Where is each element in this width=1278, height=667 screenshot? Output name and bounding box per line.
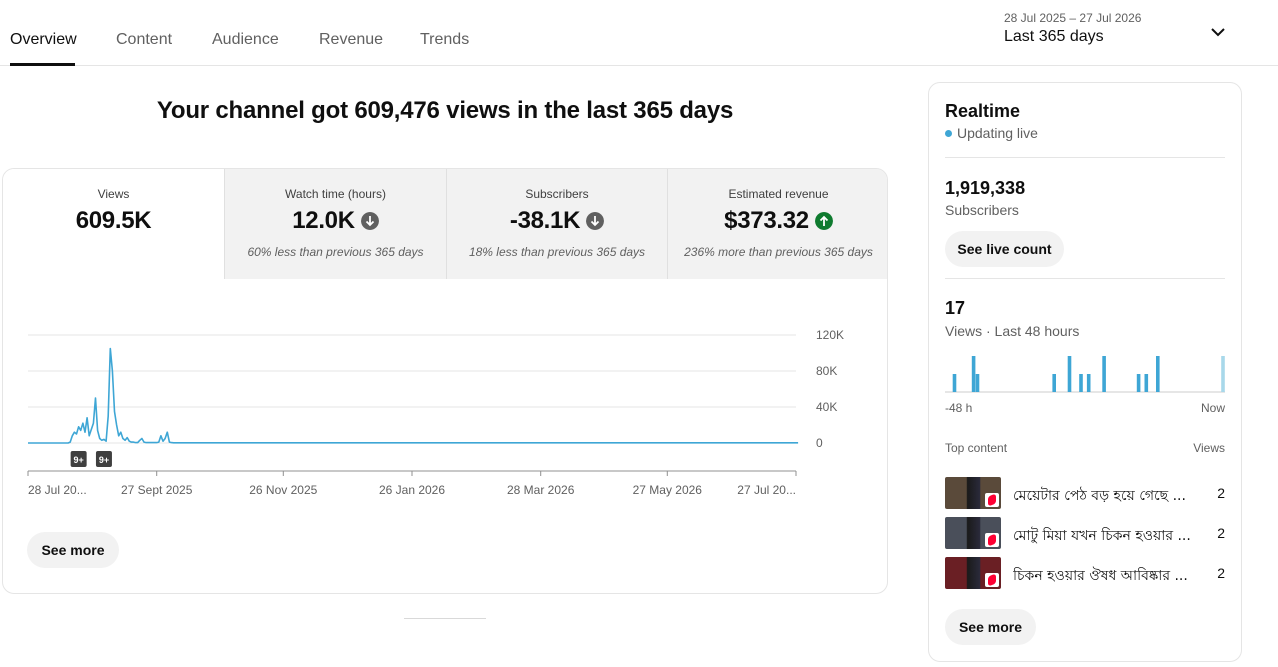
y-tick-label: 0 — [816, 436, 823, 450]
realtime-views-count: 17 — [945, 298, 966, 318]
metric-label: Subscribers — [525, 187, 589, 201]
x-tick-label: 27 Jul 20... — [737, 483, 796, 497]
metric-label: Estimated revenue — [728, 187, 829, 201]
scroll-indicator — [404, 618, 486, 619]
realtime-bar — [1221, 356, 1225, 392]
video-views: 2 — [1217, 565, 1225, 581]
annotation-badge-label: 9+ — [74, 455, 84, 465]
x-tick-label: 28 Jul 20... — [28, 483, 87, 497]
top-content-row[interactable]: চিকন হওয়ার ঔষধ আবিষ্কার ... 2 — [945, 557, 1225, 589]
metric-views[interactable]: Views 609.5K — [3, 169, 224, 279]
arrow-up-circle-icon — [814, 212, 833, 230]
see-live-count-button[interactable]: See live count — [945, 231, 1064, 267]
metric-note: 236% more than previous 365 days — [684, 245, 873, 259]
top-content-row[interactable]: মোটু মিয়া যখন চিকন হওয়ার ... 2 — [945, 517, 1225, 549]
shorts-icon — [985, 573, 999, 587]
video-title: মোটু মিয়া যখন চিকন হওয়ার ... — [1013, 528, 1191, 544]
metric-label: Views — [97, 187, 130, 201]
realtime-title: Realtime — [945, 101, 1021, 121]
realtime-bar — [1102, 356, 1106, 392]
x-tick-label: 27 May 2026 — [633, 483, 703, 497]
views-line-chart[interactable]: 120K 80K 40K 0 28 Jul 20... 27 Sept 2025 26 No… — [3, 279, 888, 509]
video-thumbnail — [945, 477, 1001, 509]
metric-note: 60% less than previous 365 days — [247, 245, 424, 259]
metric-value: -38.1K — [509, 207, 581, 234]
realtime-bar — [1136, 374, 1141, 392]
tab-revenue[interactable]: Revenue — [319, 31, 383, 49]
subscriber-count: 1,919,338 — [945, 178, 1026, 198]
live-dot-icon — [945, 129, 952, 137]
realtime-bar — [975, 374, 980, 392]
subscriber-label: Subscribers — [945, 202, 1019, 218]
realtime-bar — [1079, 374, 1083, 392]
video-thumbnail — [945, 517, 1001, 549]
realtime-bar — [971, 356, 976, 392]
tab-content[interactable]: Content — [116, 31, 172, 49]
date-range-dates: 28 Jul 2025 – 27 Jul 2026 — [1004, 11, 1142, 25]
metric-tabs: Views 609.5K Watch time (hours) 12.0K 60… — [3, 169, 887, 279]
divider — [945, 278, 1225, 279]
see-more-top-content-button[interactable]: See more — [945, 609, 1036, 645]
metric-note: 18% less than previous 365 days — [468, 245, 646, 259]
video-thumbnail — [945, 557, 1001, 589]
realtime-bar — [952, 374, 957, 392]
live-status: Updating live — [945, 125, 1038, 141]
video-title: মেয়েটার পেঠ বড় হয়ে গেছে ... — [1013, 488, 1186, 504]
metric-revenue[interactable]: Estimated revenue $373.32 236% more than… — [667, 169, 887, 279]
realtime-bar — [1086, 374, 1091, 392]
tab-audience[interactable]: Audience — [212, 31, 279, 49]
metric-label: Watch time (hours) — [285, 187, 386, 201]
y-tick-label: 40K — [816, 400, 837, 414]
bar-chart-end-label: Now — [1200, 401, 1225, 415]
top-content-label: Top content — [945, 441, 1008, 455]
video-views: 2 — [1217, 525, 1225, 541]
metric-value: 12.0K — [292, 207, 355, 234]
chevron-down-icon[interactable] — [1208, 22, 1228, 42]
views-series-line — [28, 347, 799, 444]
overview-card: Views 609.5K Watch time (hours) 12.0K 60… — [2, 168, 888, 594]
top-content-row[interactable]: মেয়েটার পেঠ বড় হয়ে গেছে ... 2 — [945, 477, 1225, 509]
annotation-badge-label: 9+ — [99, 455, 109, 465]
realtime-views-bar-chart[interactable] — [945, 351, 1225, 393]
date-range-label: Last 365 days — [1004, 28, 1104, 45]
x-tick-label: 26 Jan 2026 — [379, 483, 445, 497]
x-tick-label: 28 Mar 2026 — [507, 483, 575, 497]
arrow-down-circle-icon — [360, 212, 379, 230]
live-status-text: Updating live — [957, 125, 1038, 141]
metric-value: $373.32 — [724, 207, 809, 234]
tab-trends[interactable]: Trends — [420, 31, 469, 49]
shorts-icon — [985, 533, 999, 547]
views-column-label: Views — [1193, 441, 1225, 455]
video-title: চিকন হওয়ার ঔষধ আবিষ্কার ... — [1013, 568, 1188, 584]
date-range-picker[interactable]: 28 Jul 2025 – 27 Jul 2026 Last 365 days — [1004, 10, 1244, 54]
see-more-button[interactable]: See more — [27, 532, 119, 568]
metric-value: 609.5K — [75, 207, 152, 234]
y-tick-label: 80K — [816, 364, 837, 378]
realtime-bar — [1052, 374, 1056, 392]
realtime-bar — [1156, 356, 1160, 392]
realtime-bar — [1067, 356, 1072, 392]
divider — [945, 157, 1225, 158]
realtime-card: Realtime Updating live 1,919,338 Subscri… — [928, 82, 1242, 662]
realtime-bar — [1144, 374, 1149, 392]
metric-subscribers[interactable]: Subscribers -38.1K 18% less than previou… — [446, 169, 667, 279]
top-tabs-bar: Overview Content Audience Revenue Trends… — [0, 0, 1278, 66]
page-headline: Your channel got 609,476 views in the la… — [156, 97, 734, 124]
x-tick-label: 26 Nov 2025 — [249, 483, 317, 497]
y-tick-label: 120K — [816, 328, 844, 342]
active-tab-indicator — [10, 63, 75, 66]
tab-overview[interactable]: Overview — [10, 31, 77, 49]
bar-chart-start-label: -48 h — [945, 401, 973, 415]
shorts-icon — [985, 493, 999, 507]
metric-watch-time[interactable]: Watch time (hours) 12.0K 60% less than p… — [224, 169, 446, 279]
video-views: 2 — [1217, 485, 1225, 501]
arrow-down-circle-icon — [586, 212, 605, 230]
realtime-views-label: Views · Last 48 hours — [945, 323, 1080, 339]
x-tick-label: 27 Sept 2025 — [121, 483, 193, 497]
